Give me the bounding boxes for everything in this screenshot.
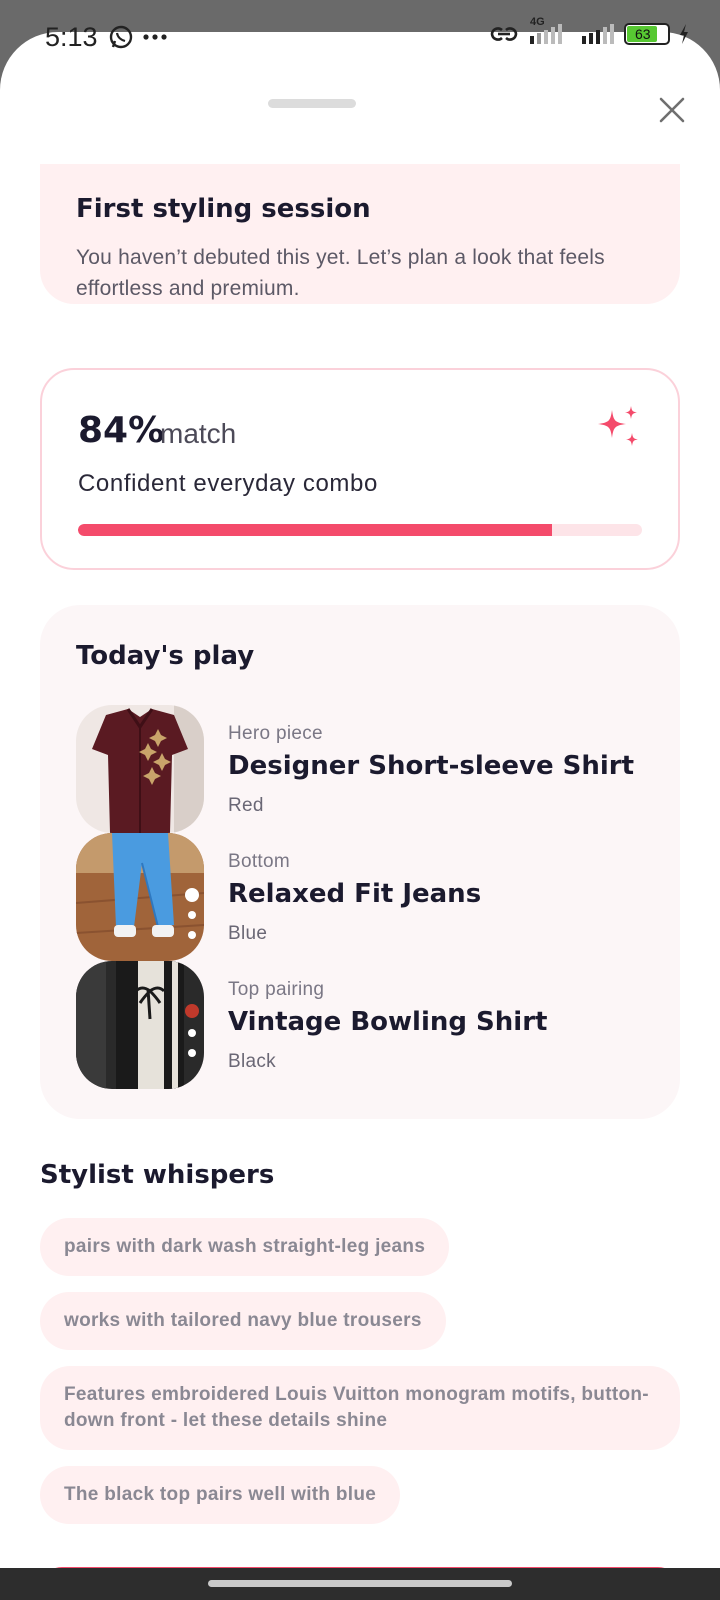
- item-color: Blue: [228, 923, 268, 944]
- outfit-item-top-pairing[interactable]: Top pairing Vintage Bowling Shirt Black: [76, 961, 656, 1089]
- charging-icon: [680, 24, 688, 44]
- drag-handle[interactable]: [268, 99, 356, 108]
- session-title: First styling session: [76, 194, 371, 224]
- session-description: You haven’t debuted this yet. Let’s plan…: [76, 246, 605, 300]
- item-name: Relaxed Fit Jeans: [228, 879, 482, 909]
- outfit-item-bottom[interactable]: Bottom Relaxed Fit Jeans Blue: [76, 833, 656, 961]
- whisper-chip: works with tailored navy blue trousers: [40, 1292, 446, 1350]
- session-card: First styling session You haven’t debute…: [40, 164, 680, 304]
- close-icon: [659, 97, 685, 123]
- match-progress-fill: [78, 524, 552, 536]
- whisper-chip: pairs with dark wash straight-leg jeans: [40, 1218, 450, 1276]
- match-subtitle: Confident everyday combo: [78, 470, 378, 497]
- match-label: match: [160, 418, 237, 449]
- status-time: 5:13: [45, 22, 98, 52]
- item-name: Vintage Bowling Shirt: [228, 1007, 548, 1037]
- bottom-sheet: First styling session You haven’t debute…: [0, 32, 720, 1568]
- outfit-item-hero[interactable]: Hero piece Designer Short-sleeve Shirt R…: [76, 705, 656, 833]
- more-dots-icon: [143, 34, 167, 40]
- battery-level: 63: [635, 26, 651, 42]
- signal-icon: 4G: [528, 16, 572, 46]
- match-progress-bar: [78, 524, 642, 536]
- item-role: Bottom: [228, 851, 290, 872]
- signal-icon: [582, 24, 614, 44]
- top-pairing-image: [76, 961, 204, 1089]
- whatsapp-icon: [109, 25, 133, 49]
- hero-piece-image: [76, 705, 204, 833]
- match-card: 84% match Confident everyday combo: [40, 368, 680, 570]
- sparkles-icon: [598, 406, 638, 446]
- item-color: Black: [228, 1051, 276, 1072]
- status-right-icons: 4G 63: [488, 16, 690, 46]
- item-role: Top pairing: [228, 979, 325, 1000]
- item-role: Hero piece: [228, 723, 323, 744]
- system-nav-bar: [0, 1568, 720, 1600]
- battery-icon: 63: [624, 23, 670, 45]
- home-gesture-handle[interactable]: [208, 1580, 512, 1587]
- close-button[interactable]: [650, 88, 694, 132]
- whisper-chip: Features embroidered Louis Vuitton monog…: [40, 1366, 680, 1450]
- todays-play-card: Today's play Hero piece Designer Short-s…: [40, 605, 680, 1119]
- item-name: Designer Short-sleeve Shirt: [228, 751, 635, 781]
- sheet-content[interactable]: First styling session You haven’t debute…: [0, 164, 720, 1568]
- whisper-chip: The black top pairs well with blue: [40, 1466, 401, 1524]
- item-color: Red: [228, 795, 264, 816]
- bottom-piece-image: [76, 833, 204, 961]
- link-icon: [490, 27, 518, 41]
- stylist-whispers-title: Stylist whispers: [40, 1160, 275, 1190]
- status-left-icons: [108, 24, 168, 50]
- todays-play-title: Today's play: [76, 641, 255, 671]
- match-percent: 84%: [78, 410, 165, 451]
